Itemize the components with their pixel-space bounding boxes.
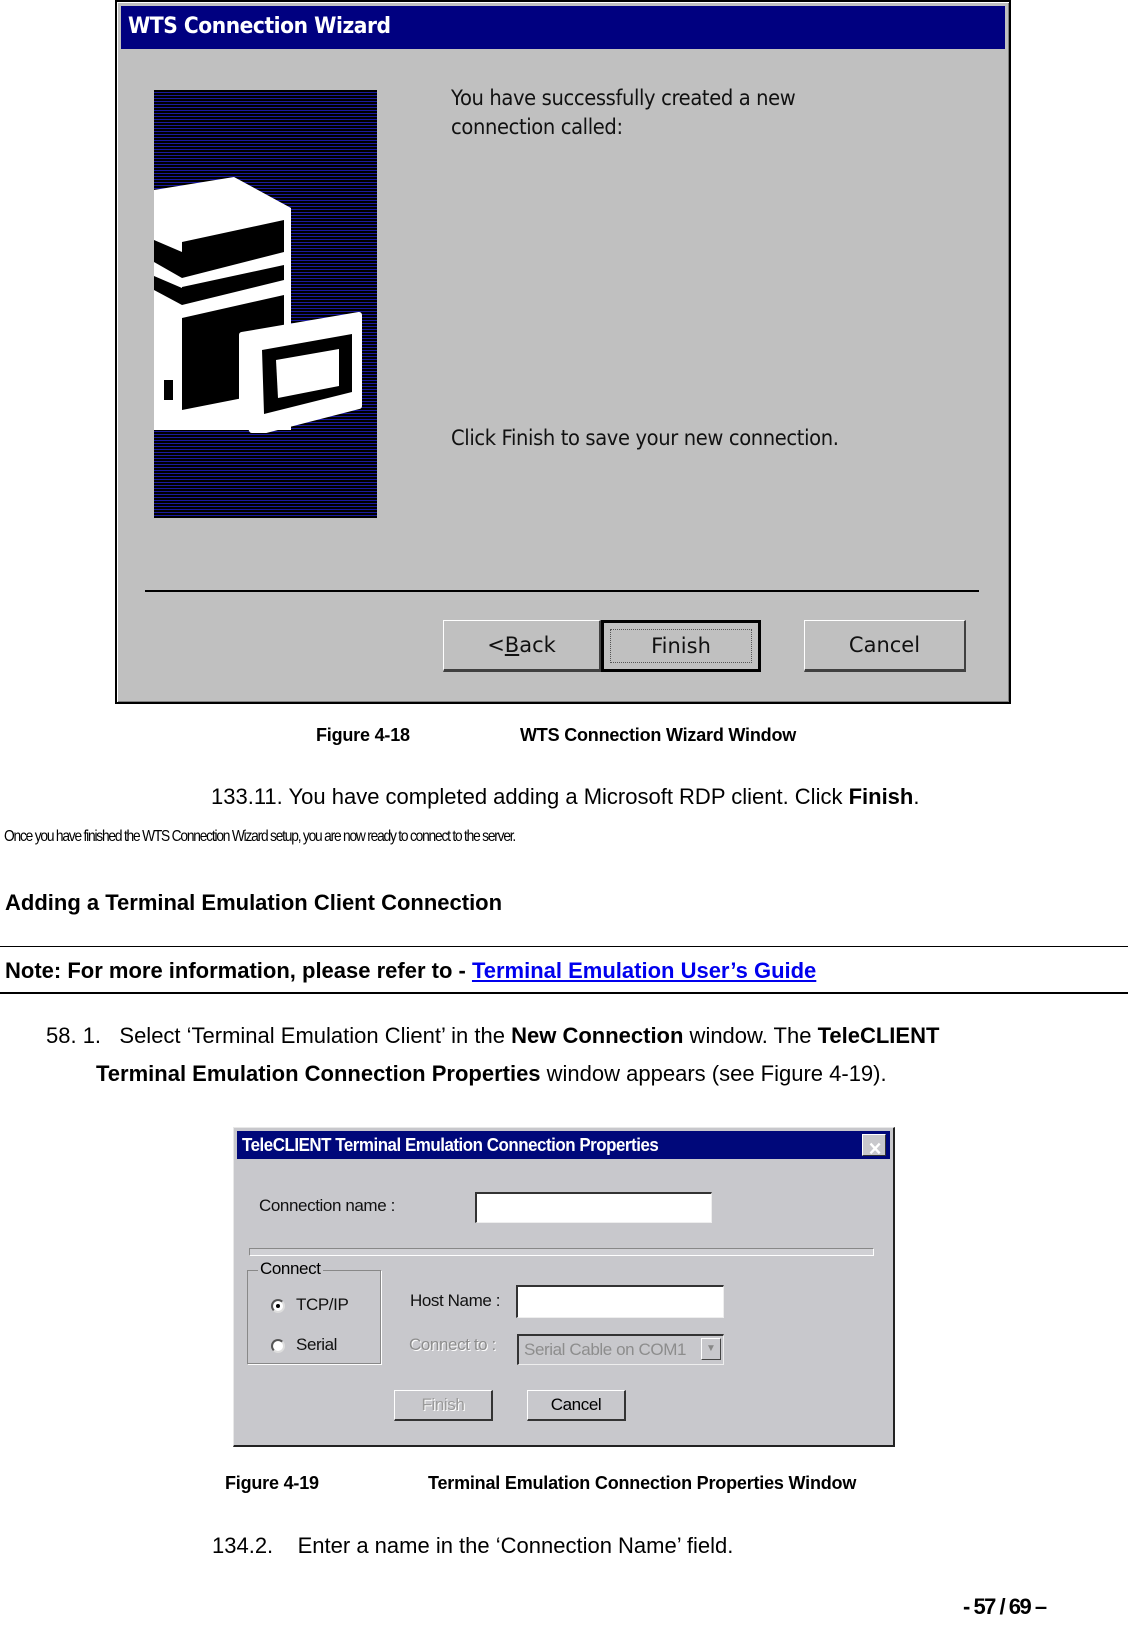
note-bottom-rule — [0, 992, 1128, 994]
dialog-finish-button[interactable]: Finish — [394, 1390, 493, 1421]
close-button[interactable]: ✕ — [862, 1134, 886, 1159]
wts-connection-wizard-window: WTS Connection Wizard You have successfu… — [115, 0, 1011, 704]
dialog-title: TeleCLIENT Terminal Emulation Connection… — [242, 1135, 659, 1155]
step-58-1-line-1: 58. 1. Select ‘Terminal Emulation Client… — [46, 1023, 940, 1048]
step-133-11: 133.11. You have completed adding a Micr… — [211, 784, 920, 809]
connect-to-select[interactable]: Serial Cable on COM1 ▼ — [517, 1334, 724, 1365]
figure-4-18-number: Figure 4-18 — [316, 725, 410, 745]
dialog-separator — [249, 1248, 874, 1256]
cancel-button[interactable]: Cancel — [804, 620, 966, 672]
host-name-label: Host Name : — [410, 1291, 501, 1310]
wizard-title-bar: WTS Connection Wizard — [121, 6, 1005, 49]
connect-group: Connect TCP/IP Serial — [247, 1259, 381, 1364]
note: Note: For more information, please refer… — [5, 958, 817, 983]
figure-4-19-title: Terminal Emulation Connection Properties… — [428, 1473, 857, 1493]
teleclient-properties-dialog: TeleCLIENT Terminal Emulation Connection… — [233, 1127, 895, 1447]
chevron-down-icon: ▼ — [701, 1338, 721, 1360]
host-name-input[interactable] — [516, 1285, 724, 1318]
connect-group-label: Connect — [258, 1259, 323, 1279]
figure-4-19-number: Figure 4-19 — [225, 1473, 319, 1493]
connect-to-label: Connect to : — [409, 1335, 496, 1354]
tcp-ip-label: TCP/IP — [296, 1295, 349, 1314]
figure-4-18-title: WTS Connection Wizard Window — [520, 725, 797, 745]
note-top-rule — [0, 946, 1128, 947]
terminal-emulation-guide-link[interactable]: Terminal Emulation User’s Guide — [472, 958, 816, 983]
serial-radio[interactable] — [271, 1339, 285, 1353]
dialog-cancel-button[interactable]: Cancel — [527, 1390, 626, 1421]
dialog-title-bar: TeleCLIENT Terminal Emulation Connection… — [237, 1131, 890, 1159]
connection-name-input[interactable] — [475, 1192, 712, 1223]
connection-name-label: Connection name : — [259, 1196, 395, 1215]
connect-to-value: Serial Cable on COM1 — [524, 1340, 687, 1359]
step-134-2: 134.2. Enter a name in the ‘Connection N… — [212, 1533, 734, 1558]
success-message-line-2: connection called: — [451, 115, 623, 139]
computer-with-terminal-icon — [154, 90, 377, 518]
finish-button[interactable]: Finish — [601, 620, 761, 672]
serial-label: Serial — [296, 1335, 338, 1354]
close-icon: ✕ — [868, 1139, 882, 1159]
wizard-title: WTS Connection Wizard — [128, 14, 391, 39]
step-58-1-line-2: Terminal Emulation Connection Properties… — [96, 1061, 887, 1086]
success-message-line-1: You have successfully created a new — [451, 86, 796, 110]
completion-note: Once you have finished the WTS Connectio… — [4, 828, 516, 845]
section-heading: Adding a Terminal Emulation Client Conne… — [5, 890, 503, 915]
focus-ring — [610, 629, 752, 663]
finish-instruction: Click Finish to save your new connection… — [451, 426, 839, 450]
back-button[interactable]: < Back — [443, 620, 601, 672]
tcp-ip-radio[interactable] — [271, 1299, 285, 1313]
page-number: - 57 / 69 – — [963, 1594, 1047, 1619]
wizard-separator — [145, 590, 979, 592]
